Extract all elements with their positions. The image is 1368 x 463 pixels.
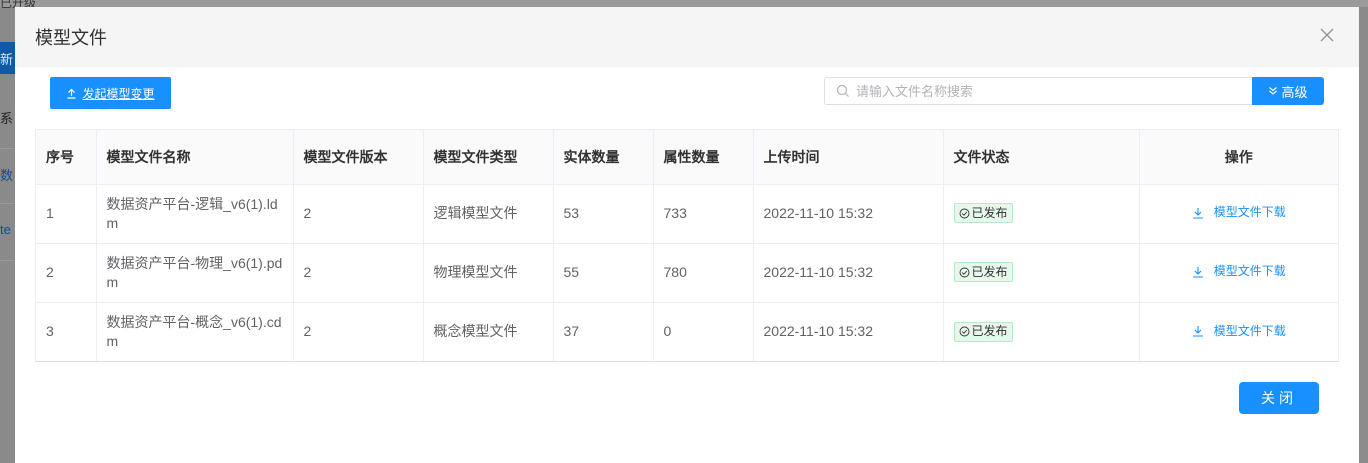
advanced-search-button[interactable]: 高级 [1252, 77, 1324, 105]
column-header-type: 模型文件类型 [423, 130, 554, 185]
background-side-text-3: te [0, 222, 11, 237]
column-header-actions: 操作 [1139, 130, 1338, 185]
background-tab-label: 新 [0, 52, 14, 67]
cell-file-name: 数据资产平台-概念_v6(1).cdm [96, 302, 294, 361]
check-circle-icon [959, 208, 969, 219]
background-divider [0, 260, 15, 261]
column-header-entities: 实体数量 [553, 130, 654, 185]
column-header-upload-time: 上传时间 [753, 130, 944, 185]
dialog-header: 模型文件 [15, 7, 1359, 67]
initiate-model-change-button[interactable]: 发起模型变更 [50, 77, 171, 109]
cell-status: 已发布 [943, 243, 1140, 303]
download-link-label: 模型文件下载 [1213, 205, 1286, 220]
cell-index: 3 [36, 302, 97, 361]
search-input[interactable] [856, 83, 1252, 99]
check-circle-icon [959, 267, 969, 278]
cell-attributes: 780 [653, 243, 754, 303]
cell-file-name: 数据资产平台-逻辑_v6(1).ldm [96, 184, 294, 244]
cell-upload-time: 2022-11-10 15:32 [753, 302, 944, 361]
column-header-status: 文件状态 [943, 130, 1140, 185]
cell-status: 已发布 [943, 302, 1140, 361]
upload-icon [67, 88, 76, 99]
cell-entities: 53 [553, 184, 654, 244]
download-icon [1192, 266, 1203, 278]
cell-attributes: 0 [653, 302, 754, 361]
download-link-label: 模型文件下载 [1213, 323, 1286, 338]
cell-status: 已发布 [943, 184, 1140, 244]
status-badge-label: 已发布 [971, 264, 1008, 279]
cell-upload-time: 2022-11-10 15:32 [753, 243, 944, 303]
status-badge: 已发布 [953, 262, 1013, 283]
cell-actions: 模型文件下载 [1139, 243, 1338, 303]
download-model-file-link[interactable]: 模型文件下载 [1192, 203, 1286, 222]
table-row: 1 数据资产平台-逻辑_v6(1).ldm 2 逻辑模型文件 53 733 20… [36, 184, 1338, 244]
table-row: 2 数据资产平台-物理_v6(1).pdm 2 物理模型文件 55 780 20… [36, 243, 1338, 303]
double-chevron-down-icon [1269, 87, 1278, 95]
cell-upload-time: 2022-11-10 15:32 [753, 184, 944, 244]
cell-entities: 37 [553, 302, 654, 361]
status-badge: 已发布 [953, 321, 1013, 342]
background-side-text-1: 系 [0, 111, 14, 126]
cell-type: 逻辑模型文件 [423, 184, 554, 244]
close-dialog-button[interactable]: 关闭 [1239, 382, 1319, 414]
background-tab: 新 [0, 42, 15, 74]
cell-actions: 模型文件下载 [1139, 302, 1338, 361]
dialog-title: 模型文件 [35, 28, 107, 48]
cell-version: 2 [293, 184, 424, 244]
cell-version: 2 [293, 302, 424, 361]
background-right-edge [1359, 40, 1368, 463]
status-badge-label: 已发布 [971, 205, 1008, 220]
background-side-text-2: 数 [0, 168, 14, 183]
column-header-index: 序号 [36, 130, 97, 185]
table-header-row: 序号 模型文件名称 模型文件版本 模型文件类型 实体数量 属性数量 上传时间 文… [36, 130, 1338, 185]
cell-entities: 55 [553, 243, 654, 303]
cell-type: 物理模型文件 [423, 243, 554, 303]
column-header-attributes: 属性数量 [653, 130, 754, 185]
model-file-table: 序号 模型文件名称 模型文件版本 模型文件类型 实体数量 属性数量 上传时间 文… [35, 129, 1339, 362]
search-box [824, 77, 1252, 105]
status-badge: 已发布 [953, 203, 1013, 224]
download-model-file-link[interactable]: 模型文件下载 [1192, 322, 1286, 341]
status-badge-label: 已发布 [971, 324, 1008, 338]
cell-file-name: 数据资产平台-物理_v6(1).pdm [96, 243, 294, 303]
cell-version: 2 [293, 243, 424, 303]
cell-actions: 模型文件下载 [1139, 184, 1338, 244]
table-row: 3 数据资产平台-概念_v6(1).cdm 2 概念模型文件 37 0 2022… [36, 302, 1338, 361]
check-circle-icon [959, 326, 969, 337]
cell-type: 概念模型文件 [423, 302, 554, 361]
background-divider [0, 203, 15, 204]
column-header-name: 模型文件名称 [96, 130, 294, 185]
cell-index: 1 [36, 184, 97, 244]
close-icon[interactable] [1317, 25, 1337, 45]
download-icon [1192, 207, 1203, 219]
download-model-file-link[interactable]: 模型文件下载 [1192, 262, 1286, 281]
column-header-version: 模型文件版本 [293, 130, 424, 185]
search-icon [836, 84, 849, 97]
advanced-search-label: 高级 [1281, 84, 1308, 100]
background-divider [0, 148, 15, 149]
initiate-model-change-label: 发起模型变更 [82, 86, 155, 101]
download-icon [1192, 326, 1203, 337]
download-link-label: 模型文件下载 [1213, 264, 1286, 279]
model-file-dialog: 模型文件 发起模型变更 高级 序号 [15, 7, 1359, 463]
cell-attributes: 733 [653, 184, 754, 244]
background-top-strip: 已升级 [0, 0, 1368, 10]
cell-index: 2 [36, 243, 97, 303]
